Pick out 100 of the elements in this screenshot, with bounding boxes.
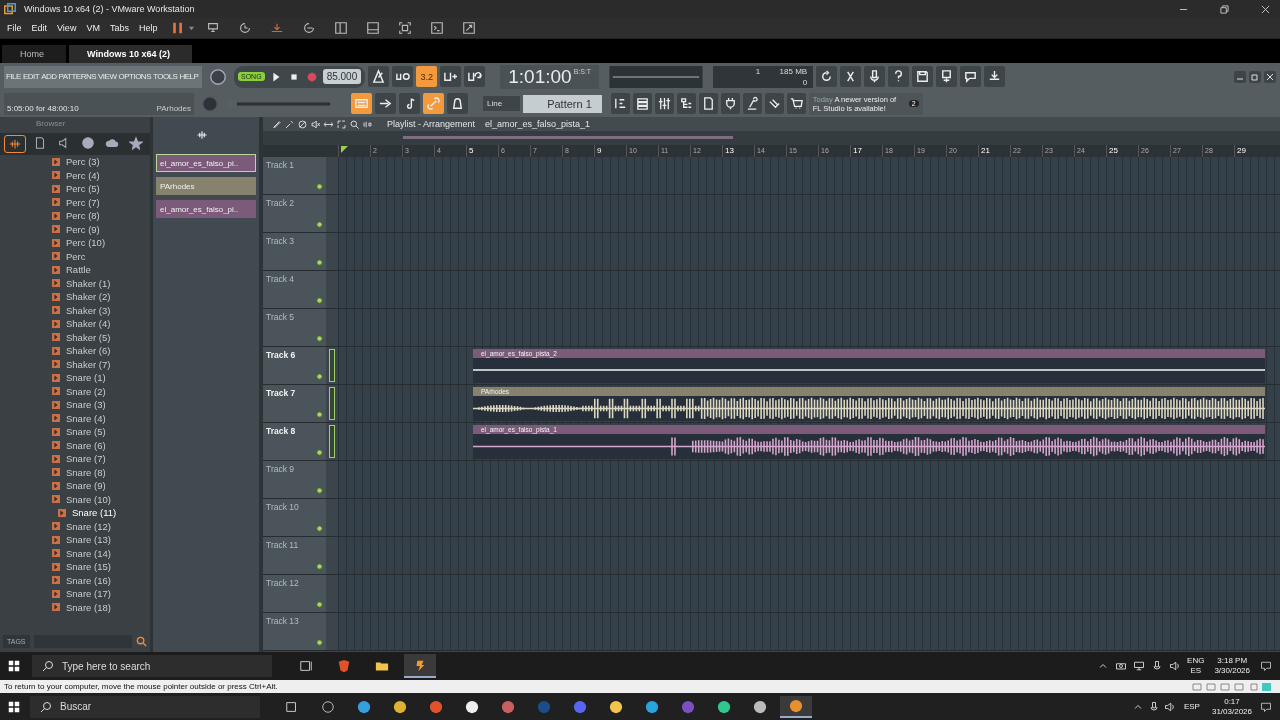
menu-item[interactable]: View — [54, 23, 80, 33]
pencil-icon[interactable] — [271, 118, 282, 130]
taskbar-search-field[interactable]: Buscar — [30, 695, 260, 718]
keyboard-layout[interactable]: ES — [1190, 666, 1202, 676]
revert-icon[interactable] — [270, 21, 285, 35]
note-button[interactable] — [399, 93, 420, 114]
clock-date[interactable]: 31/03/2026 — [1211, 706, 1252, 717]
browser-item[interactable]: Snare (18) — [0, 600, 150, 614]
clip-source[interactable]: PArhodes — [156, 177, 256, 195]
piano-roll-button[interactable] — [610, 93, 630, 114]
close-icon[interactable] — [1261, 4, 1270, 14]
browser-item[interactable]: Shaker (3) — [0, 303, 150, 317]
select-icon[interactable] — [336, 118, 347, 130]
document-button[interactable] — [698, 93, 718, 114]
speaker-icon[interactable] — [1169, 660, 1182, 672]
browser-item[interactable]: Perc (4) — [0, 168, 150, 182]
track-header[interactable]: Track 2 — [263, 195, 326, 232]
track-lane[interactable] — [338, 271, 1280, 308]
track-header[interactable]: Track 8 — [263, 423, 326, 460]
plug-button[interactable] — [720, 93, 740, 114]
browser-item[interactable]: Perc (10) — [0, 236, 150, 250]
mute-led-icon[interactable] — [316, 373, 323, 380]
chat-button[interactable] — [960, 66, 982, 87]
terminal-icon[interactable] — [430, 21, 445, 35]
browser-item[interactable]: Perc (7) — [0, 195, 150, 209]
track-header[interactable]: Track 7 — [263, 385, 326, 422]
track-lane[interactable] — [338, 613, 1280, 650]
windows-logo-icon[interactable] — [8, 660, 20, 672]
menu-item[interactable]: VM — [83, 23, 103, 33]
browser-item[interactable]: Snare (6) — [0, 438, 150, 452]
track-lane[interactable] — [338, 499, 1280, 536]
send-keys-icon[interactable] — [206, 21, 221, 35]
browser-item[interactable]: Snare (12) — [0, 519, 150, 533]
track-lane[interactable] — [338, 157, 1280, 194]
browser-item[interactable]: Snare (15) — [0, 560, 150, 574]
mute-led-icon[interactable] — [316, 183, 323, 190]
mute-led-icon[interactable] — [316, 639, 323, 646]
track-header[interactable]: Track 1 — [263, 157, 326, 194]
menu-item[interactable]: PATTERNS — [58, 72, 96, 81]
microphone-icon[interactable] — [1151, 660, 1164, 672]
track-header[interactable]: Track 4 — [263, 271, 326, 308]
browser-item[interactable]: Shaker (4) — [0, 317, 150, 331]
wait-button[interactable] — [392, 66, 414, 87]
browser-item[interactable]: Snare (9) — [0, 479, 150, 493]
browser-item[interactable]: Snare (11) — [0, 506, 150, 520]
mute-led-icon[interactable] — [316, 563, 323, 570]
notification-icon[interactable] — [1260, 660, 1272, 672]
browser-item[interactable]: Snare (10) — [0, 492, 150, 506]
browser-item[interactable]: Shaker (7) — [0, 357, 150, 371]
clock-date[interactable]: 3/30/2026 — [1214, 666, 1250, 676]
export-button[interactable] — [936, 66, 958, 87]
track-header[interactable]: Track 13 — [263, 613, 326, 650]
speaker-icon[interactable] — [1163, 700, 1176, 713]
track-lane[interactable] — [338, 233, 1280, 270]
clock-time[interactable]: 0:17 — [1224, 696, 1240, 707]
browser-item[interactable]: Shaker (2) — [0, 290, 150, 304]
track-header[interactable]: Track 5 — [263, 309, 326, 346]
browser-item[interactable]: Snare (16) — [0, 573, 150, 587]
snapshot-manager-icon[interactable] — [302, 21, 317, 35]
zoom-icon[interactable] — [349, 118, 360, 130]
undo-button[interactable] — [816, 66, 838, 87]
restore-icon[interactable] — [1220, 4, 1229, 14]
caret-icon[interactable] — [188, 24, 196, 32]
stretch-icon[interactable] — [462, 21, 477, 35]
bell-button[interactable] — [447, 93, 468, 114]
sidebar-icon[interactable] — [334, 21, 349, 35]
browser-item[interactable]: Snare (4) — [0, 411, 150, 425]
track-lane[interactable] — [338, 309, 1280, 346]
countdown-button[interactable]: 3.2 — [416, 66, 438, 87]
track-header[interactable]: Track 12 — [263, 575, 326, 612]
menu-item[interactable]: FILE — [6, 72, 21, 81]
fullscreen-icon[interactable] — [398, 21, 413, 35]
help-button[interactable] — [888, 66, 910, 87]
save-button[interactable] — [912, 66, 934, 87]
search-icon[interactable] — [136, 636, 147, 647]
step-button[interactable] — [440, 66, 462, 87]
menu-item[interactable]: Help — [135, 23, 161, 33]
track-header[interactable]: Track 10 — [263, 499, 326, 536]
minimize-icon[interactable] — [1234, 70, 1246, 83]
browser-item[interactable]: Perc (8) — [0, 209, 150, 223]
mute-led-icon[interactable] — [316, 601, 323, 608]
track-header[interactable]: Track 3 — [263, 233, 326, 270]
language-indicator[interactable]: ESP — [1183, 702, 1200, 711]
browser-item[interactable]: Perc (3) — [0, 155, 150, 169]
mute-led-icon[interactable] — [316, 221, 323, 228]
browser-item[interactable]: Snare (13) — [0, 533, 150, 547]
camera-icon[interactable] — [1115, 660, 1128, 672]
menu-item[interactable]: HELP — [179, 72, 199, 81]
track-lane[interactable] — [338, 575, 1280, 612]
clip-source[interactable]: el_amor_es_falso_pi.. — [156, 154, 256, 172]
track-header[interactable]: Track 11 — [263, 537, 326, 574]
restore-icon[interactable] — [1249, 70, 1261, 83]
waveform-icon[interactable] — [4, 135, 26, 153]
tempo-field[interactable]: 85.000 — [322, 69, 362, 84]
track-select-bar[interactable] — [329, 349, 335, 382]
pattern-selector[interactable]: Pattern 1 — [523, 94, 602, 113]
track-select-bar[interactable] — [329, 425, 335, 458]
cart-button[interactable] — [786, 93, 806, 114]
menu-item[interactable]: OPTIONS — [118, 72, 151, 81]
windows-logo-icon[interactable] — [8, 700, 20, 713]
